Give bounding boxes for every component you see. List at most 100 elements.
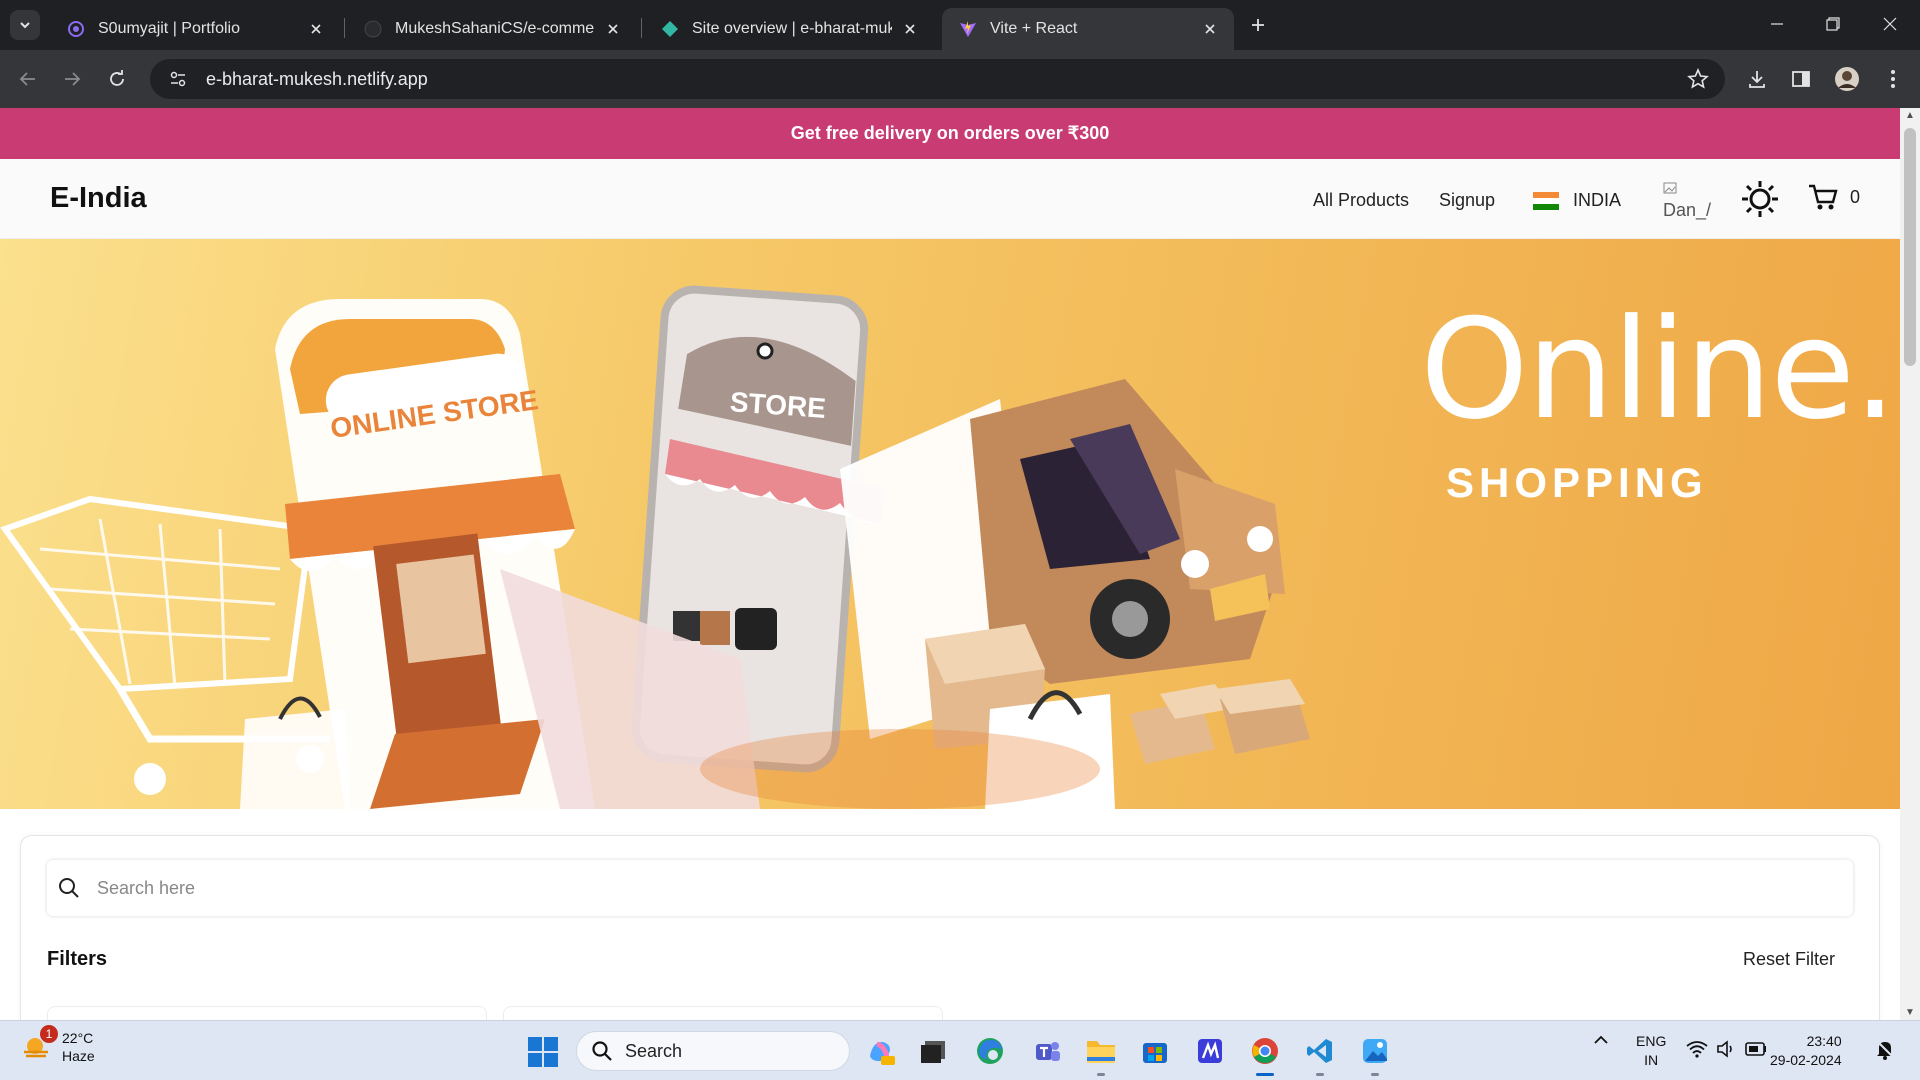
forward-button[interactable] <box>56 63 88 95</box>
download-icon <box>1749 71 1765 88</box>
tab-portfolio[interactable]: S0umyajit | Portfolio <box>50 8 340 50</box>
scroll-up-icon[interactable]: ▲ <box>1905 110 1915 121</box>
chrome-app-icon[interactable] <box>1247 1033 1283 1076</box>
tab-separator <box>641 18 642 38</box>
tab-title: MukeshSahaniCS/e-commerce <box>395 20 595 37</box>
url-text: e-bharat-mukesh.netlify.app <box>206 68 428 89</box>
nav-country[interactable]: INDIA <box>1573 190 1621 211</box>
minimize-button[interactable] <box>1755 8 1799 40</box>
promo-banner: Get free delivery on orders over ₹300 <box>0 108 1900 159</box>
reload-button[interactable] <box>101 63 133 95</box>
language-indicator[interactable]: ENG IN <box>1636 1032 1666 1070</box>
reset-filter-button[interactable]: Reset Filter <box>1743 949 1835 970</box>
wifi-icon[interactable] <box>1686 1040 1708 1061</box>
microsoft-store-icon[interactable] <box>1137 1033 1173 1069</box>
scrollbar-thumb[interactable] <box>1904 128 1916 366</box>
cart-icon <box>1809 184 1838 210</box>
browser-tabstrip: S0umyajit | Portfolio MukeshSahaniCS/e-c… <box>0 0 1920 50</box>
plus-icon <box>1252 19 1264 31</box>
broken-image-icon <box>1663 182 1677 194</box>
address-bar[interactable]: e-bharat-mukesh.netlify.app <box>150 59 1725 99</box>
task-view-icon[interactable] <box>915 1033 951 1069</box>
system-clock[interactable]: 23:40 29-02-2024 <box>1770 1032 1842 1070</box>
vscode-app-icon[interactable] <box>1302 1033 1338 1076</box>
close-tab-icon[interactable] <box>603 19 623 39</box>
nav-all-products[interactable]: All Products <box>1313 190 1409 211</box>
restore-icon <box>1826 17 1840 31</box>
nav-signup[interactable]: Signup <box>1439 190 1495 211</box>
minimize-icon <box>1771 23 1783 25</box>
cart-button[interactable]: 0 <box>1808 183 1860 211</box>
profile-button[interactable] <box>1831 63 1863 95</box>
restore-button[interactable] <box>1811 8 1855 40</box>
close-tab-icon[interactable] <box>1200 19 1220 39</box>
site-info-icon[interactable] <box>158 70 198 88</box>
hero-banner: ONLINE STORE STORE Online. SHOPPING <box>0 239 1900 809</box>
chrome-menu-button[interactable] <box>1877 63 1909 95</box>
new-tab-button[interactable] <box>1245 12 1271 38</box>
weather-condition: Haze <box>62 1048 95 1064</box>
hero-subtitle: SHOPPING <box>1446 459 1708 506</box>
tab-title: Site overview | e-bharat-mukesh <box>692 20 892 37</box>
chevron-up-icon <box>1594 1035 1608 1044</box>
notification-bell-icon[interactable] <box>1875 1039 1895 1064</box>
downloads-button[interactable] <box>1741 63 1773 95</box>
india-flag-icon[interactable] <box>1533 192 1559 210</box>
filters-heading: Filters <box>47 948 108 970</box>
photos-app-icon[interactable] <box>1357 1033 1393 1076</box>
arrow-right-icon <box>65 72 81 86</box>
tab-search-button[interactable] <box>10 10 40 40</box>
tab-github[interactable]: MukeshSahaniCS/e-commerce <box>347 8 637 50</box>
edge-browser-icon[interactable] <box>972 1033 1008 1069</box>
weather-widget[interactable]: 1 22°C Haze <box>22 1025 95 1065</box>
page-scrollbar[interactable]: ▲ ▼ <box>1900 108 1920 1020</box>
battery-icon[interactable] <box>1745 1042 1767 1059</box>
close-tab-icon[interactable] <box>900 19 920 39</box>
volume-icon[interactable] <box>1716 1040 1736 1061</box>
tab-title: S0umyajit | Portfolio <box>98 20 240 37</box>
browser-toolbar: e-bharat-mukesh.netlify.app <box>0 50 1920 108</box>
avatar-alt-text: Dan_/ <box>1663 200 1712 220</box>
hero-title: Online. <box>1420 289 1897 450</box>
back-button[interactable] <box>12 63 44 95</box>
arrow-left-icon <box>19 72 35 86</box>
promo-text: Get free delivery on orders over ₹300 <box>790 123 1110 143</box>
scroll-down-icon[interactable]: ▼ <box>1905 1007 1915 1018</box>
product-search[interactable] <box>47 860 1853 916</box>
file-explorer-icon[interactable] <box>1083 1033 1119 1076</box>
web-page: Get free delivery on orders over ₹300 E-… <box>0 108 1900 1020</box>
weather-temp: 22°C <box>62 1030 94 1046</box>
search-input[interactable] <box>97 877 1797 899</box>
tab-vite-react[interactable]: Vite + React <box>942 8 1234 50</box>
brand-logo[interactable]: E-India <box>50 182 147 215</box>
taskbar-search-label: Search <box>625 1040 683 1061</box>
filter-dropdown-price[interactable] <box>503 1006 943 1020</box>
vite-icon <box>958 19 978 39</box>
bookmark-star-icon[interactable] <box>1687 67 1709 95</box>
show-hidden-icons-button[interactable] <box>1592 1031 1610 1052</box>
language-line1: ENG <box>1636 1033 1667 1049</box>
tab-netlify[interactable]: Site overview | e-bharat-mukesh <box>644 8 934 50</box>
search-icon <box>592 1041 612 1061</box>
clock-time: 23:40 <box>1806 1033 1842 1049</box>
windows-start-icon[interactable] <box>527 1036 559 1068</box>
tab-title: Vite + React <box>990 20 1078 37</box>
filter-dropdown-category[interactable] <box>47 1006 487 1020</box>
user-avatar[interactable]: Dan_/ <box>1663 177 1713 223</box>
close-window-button[interactable] <box>1868 8 1912 40</box>
copilot-app-icon[interactable] <box>862 1033 898 1069</box>
taskbar-search[interactable]: Search <box>576 1031 850 1071</box>
whiteboard-app-icon[interactable] <box>1192 1033 1228 1069</box>
sun-icon[interactable] <box>1740 179 1780 219</box>
os-taskbar: 1 22°C Haze Search ENG IN 23:40 29-02-20… <box>0 1020 1920 1080</box>
teams-app-icon[interactable] <box>1029 1033 1065 1069</box>
tab-separator <box>344 18 345 38</box>
side-panel-button[interactable] <box>1785 63 1817 95</box>
search-icon <box>59 878 79 898</box>
side-panel-icon <box>1792 71 1810 87</box>
close-tab-icon[interactable] <box>306 19 326 39</box>
portfolio-favicon-icon <box>66 19 86 39</box>
more-vertical-icon <box>1891 70 1895 88</box>
netlify-icon <box>660 19 680 39</box>
weather-alert-badge: 1 <box>40 1025 58 1043</box>
